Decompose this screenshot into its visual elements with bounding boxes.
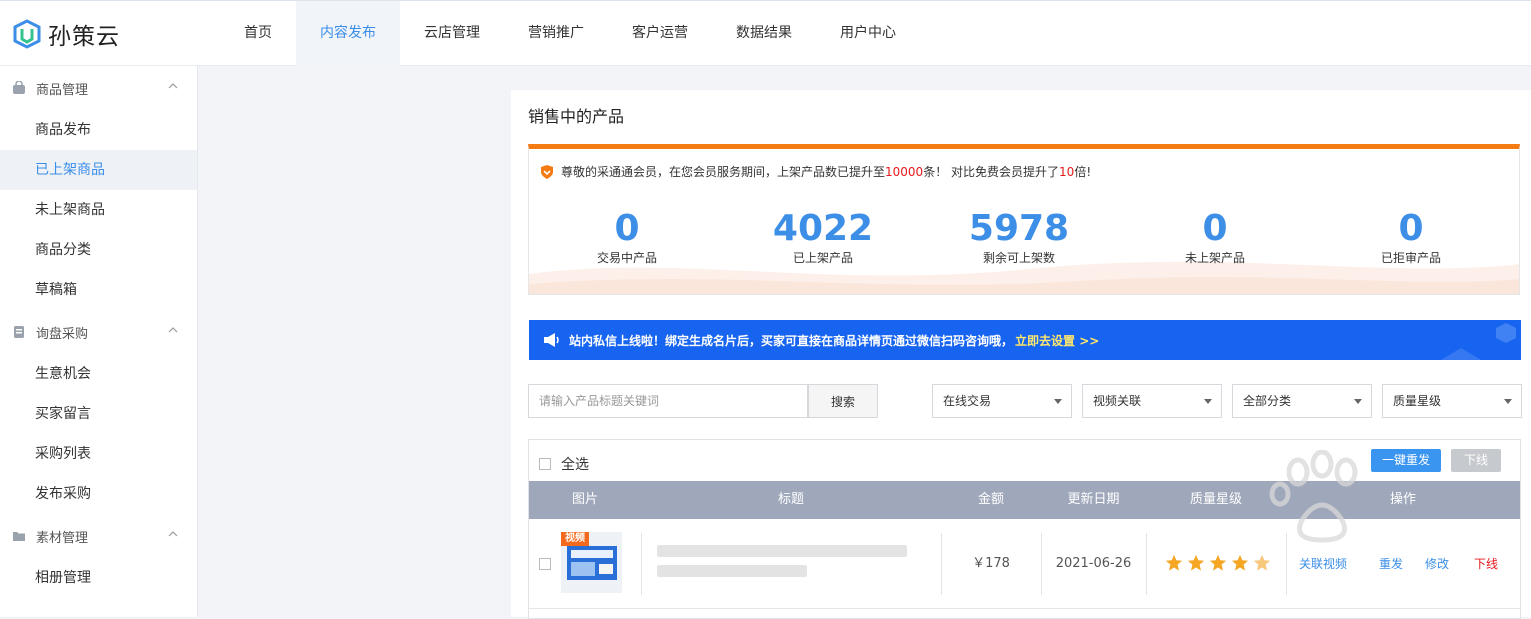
stat-value: 5978	[968, 208, 1070, 249]
stat-rejected[interactable]: 0 已拒审产品	[1313, 209, 1509, 266]
nav-user-center[interactable]: 用户中心	[816, 1, 920, 66]
private-message-banner[interactable]: 站内私信上线啦！绑定生成名片后，买家可直接在商品详情页通过微信扫码咨询哦， 立即去…	[529, 320, 1521, 360]
filter-label: 质量星级	[1393, 394, 1442, 408]
dropdown-arrow-icon	[1054, 399, 1062, 404]
offline-action[interactable]: 下线	[1474, 519, 1498, 609]
notice-limit: 10000	[885, 164, 924, 179]
select-all-label: 全选	[561, 457, 589, 473]
video-tag: 视频	[561, 532, 589, 546]
header-amount: 金额	[977, 492, 1004, 507]
filter-label: 视频关联	[1093, 394, 1142, 408]
stat-value: 0	[614, 208, 640, 249]
shield-icon	[541, 164, 553, 179]
logo[interactable]: 孙策云	[12, 17, 120, 51]
notice-text-middle: 条！ 对比免费会员提升了	[923, 165, 1060, 179]
select-all-checkbox[interactable]	[539, 458, 551, 470]
nav-store-management[interactable]: 云店管理	[400, 1, 504, 66]
filter-label: 全部分类	[1243, 394, 1292, 408]
notice-text-prefix: 尊敬的采通通会员，在您会员服务期间，上架产品数已提升至	[561, 165, 886, 179]
filter-video-link[interactable]: 视频关联	[1082, 384, 1222, 418]
folder-icon	[13, 532, 25, 541]
banner-text: 站内私信上线啦！绑定生成名片后，买家可直接在商品详情页通过微信扫码咨询哦，	[569, 333, 1014, 348]
sidebar-item-business-opportunities[interactable]: 生意机会	[0, 354, 197, 394]
stat-listed[interactable]: 4022 已上架产品	[725, 209, 921, 266]
stat-remaining[interactable]: 5978 剩余可上架数	[921, 209, 1117, 266]
chevron-up-icon	[168, 531, 178, 537]
sidebar-item-album-management[interactable]: 相册管理	[0, 558, 197, 598]
banner-setup-link[interactable]: 立即去设置 >>	[1015, 332, 1099, 349]
keyword-search-input[interactable]: 请输入产品标题关键词	[528, 384, 808, 418]
bag-icon	[13, 81, 25, 94]
sidebar-group-label: 询盘采购	[36, 326, 89, 342]
blurred-title-line	[657, 545, 907, 557]
baidu-paw-watermark	[1269, 450, 1358, 543]
sidebar-item-buyer-messages[interactable]: 买家留言	[0, 394, 197, 434]
row-update-date: 2021-06-26	[1055, 556, 1132, 571]
stat-trading[interactable]: 0 交易中产品	[529, 209, 725, 266]
main-nav: 首页 内容发布 云店管理 营销推广 客户运营 数据结果 用户中心	[220, 1, 920, 66]
top-bar: 孙策云 首页 内容发布 云店管理 营销推广 客户运营 数据结果 用户中心	[0, 0, 1531, 66]
logo-text: 孙策云	[48, 24, 120, 50]
blurred-title-line	[657, 565, 807, 577]
column-divider	[641, 533, 642, 595]
nav-marketing[interactable]: 营销推广	[504, 1, 608, 66]
sidebar-item-product-publish[interactable]: 商品发布	[0, 110, 197, 150]
nav-data-results[interactable]: 数据结果	[712, 1, 816, 66]
search-button[interactable]: 搜索	[808, 384, 878, 418]
stat-unlisted[interactable]: 0 未上架产品	[1117, 209, 1313, 266]
sidebar: 商品管理 商品发布 已上架商品 未上架商品 商品分类 草稿箱 询盘采购 生意机会…	[0, 66, 198, 617]
sidebar-group-inquiry[interactable]: 询盘采购	[0, 310, 197, 354]
sidebar-group-label: 素材管理	[36, 530, 89, 546]
filter-label: 在线交易	[943, 394, 992, 408]
chevron-up-icon	[168, 327, 178, 333]
filter-quality-stars[interactable]: 质量星级	[1382, 384, 1522, 418]
notice-times: 10	[1059, 164, 1075, 179]
row-checkbox[interactable]	[539, 558, 551, 570]
sidebar-item-product-categories[interactable]: 商品分类	[0, 230, 197, 270]
filter-category[interactable]: 全部分类	[1232, 384, 1372, 418]
stats-row: 0 交易中产品 4022 已上架产品 5978 剩余可上架数 0 未上架产品 0 已拒审产…	[529, 209, 1519, 266]
header-image: 图片	[571, 492, 598, 507]
product-thumbnail[interactable]: 视频	[561, 532, 622, 593]
sidebar-group-materials[interactable]: 素材管理	[0, 514, 197, 558]
stat-label: 交易中产品	[596, 251, 657, 265]
nav-content-publish[interactable]: 内容发布	[296, 1, 400, 66]
notice-text-suffix: 倍!	[1074, 165, 1092, 179]
stat-label: 已上架产品	[792, 251, 853, 265]
stat-value: 0	[1202, 208, 1228, 249]
sidebar-group-label: 商品管理	[36, 82, 89, 98]
filter-online-trade[interactable]: 在线交易	[932, 384, 1072, 418]
sidebar-item-unlisted-products[interactable]: 未上架商品	[0, 190, 197, 230]
stat-value: 4022	[772, 208, 874, 249]
sidebar-item-drafts[interactable]: 草稿箱	[0, 270, 197, 310]
logo-icon	[13, 19, 41, 49]
row-price: ￥178	[972, 556, 1010, 571]
sidebar-group-products[interactable]: 商品管理	[0, 66, 197, 110]
stats-panel: 尊敬的采通通会员，在您会员服务期间，上架产品数已提升至 10000 条！ 对比免费会…	[528, 144, 1520, 295]
stat-label: 已拒审产品	[1380, 251, 1441, 265]
dropdown-arrow-icon	[1504, 399, 1512, 404]
cube-decoration	[1441, 323, 1516, 360]
column-divider	[1146, 533, 1147, 595]
sidebar-item-publish-purchase[interactable]: 发布采购	[0, 474, 197, 514]
page-title: 销售中的产品	[528, 107, 625, 126]
stat-label: 未上架产品	[1184, 251, 1245, 265]
member-notice: 尊敬的采通通会员，在您会员服务期间，上架产品数已提升至 10000 条！ 对比免费会…	[539, 163, 1091, 180]
dropdown-arrow-icon	[1354, 399, 1362, 404]
nav-customer-ops[interactable]: 客户运营	[608, 1, 712, 66]
select-all[interactable]: 全选	[539, 454, 589, 474]
stat-label: 剩余可上架数	[982, 251, 1055, 265]
megaphone-icon	[544, 333, 559, 347]
stat-value: 0	[1398, 208, 1424, 249]
chevron-up-icon	[168, 83, 178, 89]
header-title: 标题	[777, 492, 804, 507]
document-icon	[14, 326, 24, 338]
header-update-date: 更新日期	[1067, 492, 1120, 507]
dropdown-arrow-icon	[1204, 399, 1212, 404]
sidebar-item-listed-products[interactable]: 已上架商品	[0, 150, 197, 190]
nav-home[interactable]: 首页	[220, 1, 296, 66]
sidebar-item-purchase-list[interactable]: 采购列表	[0, 434, 197, 474]
